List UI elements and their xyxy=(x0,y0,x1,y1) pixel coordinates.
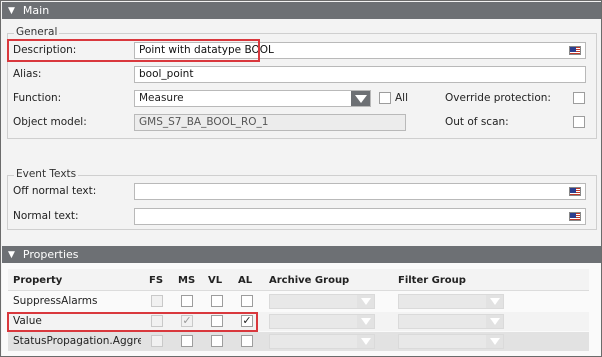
function-all-checkbox[interactable] xyxy=(379,92,391,104)
chevron-down-icon[interactable] xyxy=(486,315,503,328)
properties-section-header[interactable]: ▼ Properties xyxy=(2,246,601,263)
chevron-down-icon[interactable] xyxy=(486,295,503,308)
object-configuration-panel: ▼ Main General Description: Point with d… xyxy=(0,0,602,357)
normal-text-field[interactable] xyxy=(134,208,586,225)
al-checkbox[interactable] xyxy=(241,295,253,307)
alias-label: Alias: xyxy=(13,68,42,80)
col-header-vl[interactable]: VL xyxy=(208,275,222,286)
fs-checkbox xyxy=(151,335,163,347)
vl-checkbox[interactable] xyxy=(211,335,223,347)
object-model-field: GMS_S7_BA_BOOL_RO_1 xyxy=(134,114,406,131)
chevron-down-icon[interactable] xyxy=(486,335,503,348)
main-section-header[interactable]: ▼ Main xyxy=(2,2,601,19)
chevron-down-icon[interactable] xyxy=(357,315,374,328)
filter-group-dropdown[interactable] xyxy=(398,294,504,309)
al-checkbox[interactable] xyxy=(241,335,253,347)
alias-value: bool_point xyxy=(139,68,194,80)
language-flag-icon[interactable] xyxy=(569,46,581,55)
collapse-caret-icon[interactable]: ▼ xyxy=(8,6,15,16)
override-protection-label: Override protection: xyxy=(445,92,551,104)
archive-group-dropdown[interactable] xyxy=(269,314,375,329)
col-header-ms[interactable]: MS xyxy=(178,275,195,286)
vl-checkbox[interactable] xyxy=(211,295,223,307)
off-normal-text-field[interactable] xyxy=(134,183,586,200)
alias-field[interactable]: bool_point xyxy=(134,66,586,83)
value-row-highlight xyxy=(7,312,258,332)
fs-checkbox xyxy=(151,295,163,307)
filter-group-dropdown[interactable] xyxy=(398,314,504,329)
out-of-scan-label: Out of scan: xyxy=(445,116,509,128)
chevron-down-icon[interactable] xyxy=(351,91,370,106)
function-all-label: All xyxy=(395,92,409,104)
general-group-title: General xyxy=(14,26,60,38)
collapse-caret-icon[interactable]: ▼ xyxy=(8,250,15,260)
object-model-value: GMS_S7_BA_BOOL_RO_1 xyxy=(139,116,269,128)
archive-group-dropdown[interactable] xyxy=(269,294,375,309)
ms-checkbox[interactable] xyxy=(181,335,193,347)
description-highlight xyxy=(7,39,260,62)
object-model-label: Object model: xyxy=(13,116,87,128)
off-normal-text-label: Off normal text: xyxy=(13,185,97,197)
col-header-filter-group[interactable]: Filter Group xyxy=(398,275,466,286)
language-flag-icon[interactable] xyxy=(569,212,581,221)
col-header-archive-group[interactable]: Archive Group xyxy=(269,275,349,286)
override-protection-checkbox[interactable] xyxy=(573,92,585,104)
function-value: Measure xyxy=(139,92,184,104)
row-property-name: SuppressAlarms xyxy=(13,295,98,307)
chevron-down-icon[interactable] xyxy=(357,295,374,308)
properties-section-title: Properties xyxy=(22,248,79,261)
col-header-al[interactable]: AL xyxy=(238,275,252,286)
row-property-name: StatusPropagation.Aggregate xyxy=(13,335,141,347)
col-header-property[interactable]: Property xyxy=(13,275,62,286)
out-of-scan-checkbox[interactable] xyxy=(573,116,585,128)
event-texts-group-title: Event Texts xyxy=(14,168,79,180)
function-select[interactable]: Measure xyxy=(134,90,371,107)
archive-group-dropdown[interactable] xyxy=(269,334,375,349)
language-flag-icon[interactable] xyxy=(569,187,581,196)
ms-checkbox[interactable] xyxy=(181,295,193,307)
main-section-title: Main xyxy=(22,4,50,17)
normal-text-label: Normal text: xyxy=(13,210,79,222)
function-label: Function: xyxy=(13,92,62,104)
filter-group-dropdown[interactable] xyxy=(398,334,504,349)
chevron-down-icon[interactable] xyxy=(357,335,374,348)
col-header-fs[interactable]: FS xyxy=(149,275,163,286)
